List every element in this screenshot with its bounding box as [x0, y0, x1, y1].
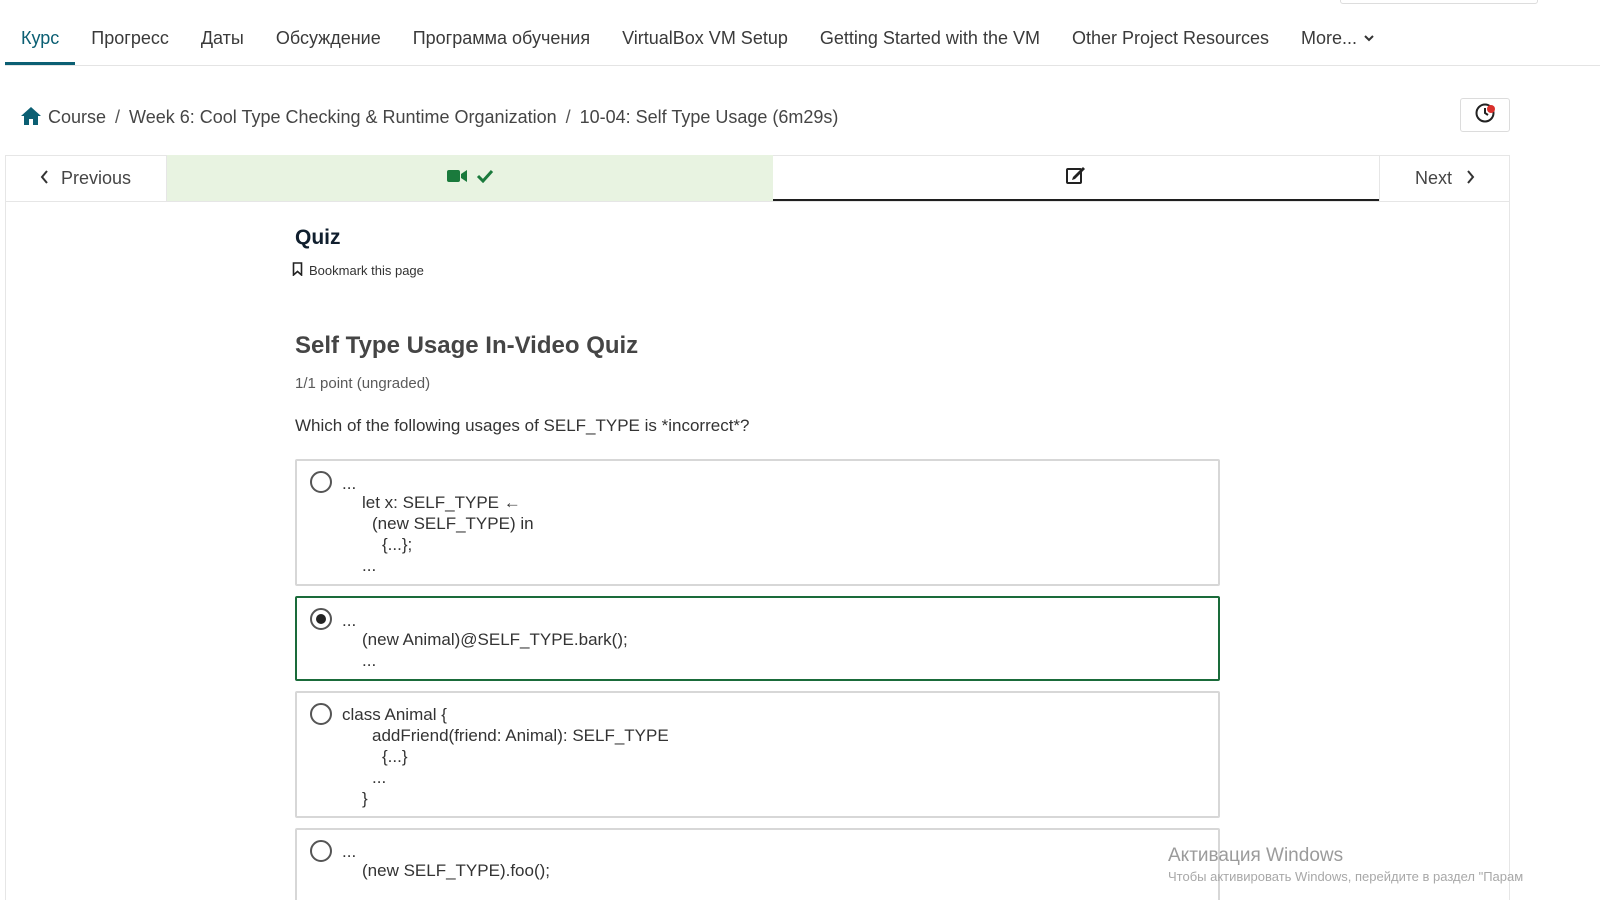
top-header-remnant — [0, 0, 1600, 8]
edit-icon — [1065, 165, 1087, 190]
option-code-line: ... — [342, 611, 357, 630]
radio-button[interactable] — [310, 471, 332, 493]
answer-option[interactable]: ... (new SELF_TYPE).foo(); — [295, 828, 1220, 900]
radio-dot — [316, 614, 326, 624]
breadcrumb: Course / Week 6: Cool Type Checking & Ru… — [20, 106, 838, 128]
tab-label: More... — [1301, 28, 1358, 48]
option-code-line: ... — [342, 474, 357, 493]
sequence-unit-problem[interactable] — [773, 155, 1379, 201]
option-code-line: ... — [372, 768, 387, 787]
bookmark-icon — [292, 262, 303, 279]
header-control-remnant — [1340, 0, 1538, 4]
tab-label: Прогресс — [91, 28, 169, 48]
option-code-line: ... — [362, 556, 377, 575]
tab-virtualbox-setup[interactable]: VirtualBox VM Setup — [606, 14, 804, 64]
radio-button-selected[interactable] — [310, 608, 332, 630]
next-button[interactable]: Next — [1379, 155, 1510, 201]
windows-activation-hint: Чтобы активировать Windows, перейдите в … — [1168, 869, 1524, 884]
chevron-left-icon — [40, 168, 49, 189]
bookmark-label: Bookmark this page — [309, 263, 424, 278]
breadcrumb-separator: / — [115, 106, 121, 127]
radio-button[interactable] — [310, 703, 332, 725]
tab-getting-started[interactable]: Getting Started with the VM — [804, 14, 1056, 64]
breadcrumb-separator: / — [565, 106, 571, 127]
tab-course[interactable]: Курс — [5, 14, 76, 65]
video-icon — [446, 168, 468, 189]
bookmark-button[interactable]: Bookmark this page — [292, 262, 1220, 279]
option-code-line: let x: SELF_TYPE ← — [362, 493, 521, 512]
problem-title: Self Type Usage In-Video Quiz — [295, 332, 639, 359]
tab-label: Курс — [21, 28, 60, 48]
option-code-line: class Animal { — [342, 705, 447, 724]
tab-label: Программа обучения — [412, 28, 591, 48]
chevron-down-icon — [1361, 33, 1374, 45]
option-code-line: (new SELF_TYPE).foo(); — [362, 861, 551, 880]
breadcrumb-section-link[interactable]: Week 6: Cool Type Checking & Runtime Org… — [129, 107, 557, 128]
sequence-unit-video[interactable] — [167, 155, 773, 201]
tab-progress[interactable]: Прогресс — [75, 14, 185, 64]
previous-label: Previous — [60, 167, 132, 188]
tab-other-resources[interactable]: Other Project Resources — [1056, 14, 1285, 64]
windows-activation-watermark: Активация Windows — [1168, 845, 1344, 866]
sequence-navigation: Previous Next — [5, 155, 1510, 202]
home-icon — [20, 106, 42, 128]
check-icon — [476, 169, 494, 188]
notifications-button[interactable] — [1460, 98, 1510, 132]
answer-option[interactable]: class Animal { addFriend(friend: Animal)… — [295, 691, 1220, 818]
radio-button[interactable] — [310, 840, 332, 862]
next-label: Next — [1414, 167, 1452, 188]
question-text: Which of the following usages of SELF_TY… — [295, 416, 750, 435]
tab-more-dropdown[interactable]: More... — [1285, 14, 1390, 64]
previous-button[interactable]: Previous — [5, 155, 167, 201]
breadcrumb-subsection-link[interactable]: 10-04: Self Type Usage (6m29s) — [580, 107, 839, 128]
option-code-line: addFriend(friend: Animal): SELF_TYPE — [372, 726, 669, 745]
option-code-line: {...} — [382, 747, 408, 766]
tab-discussion[interactable]: Обсуждение — [260, 14, 397, 64]
tab-dates[interactable]: Даты — [185, 14, 260, 64]
option-code-line: ... — [362, 651, 377, 670]
unit-title: Quiz — [295, 226, 341, 249]
option-code-line: } — [362, 789, 368, 808]
breadcrumb-course-link[interactable]: Course — [48, 107, 106, 128]
chevron-right-icon — [1466, 168, 1475, 189]
option-code-line: (new Animal)@SELF_TYPE.bark(); — [362, 630, 628, 649]
tab-label: Даты — [200, 28, 244, 48]
tab-label: VirtualBox VM Setup — [622, 28, 788, 48]
unit-content: Quiz Bookmark this page Self Type Usage … — [292, 226, 1220, 436]
option-code-line: (new SELF_TYPE) in — [372, 514, 534, 533]
answer-option-selected[interactable]: ... (new Animal)@SELF_TYPE.bark(); ... — [295, 596, 1220, 681]
problem-points: 1/1 point (ungraded) — [295, 375, 431, 392]
tab-label: Getting Started with the VM — [819, 28, 1040, 48]
tab-label: Other Project Resources — [1071, 28, 1270, 48]
tab-label: Обсуждение — [275, 28, 381, 48]
answer-option[interactable]: ... let x: SELF_TYPE ← (new SELF_TYPE) i… — [295, 459, 1220, 586]
option-code-line: ... — [342, 842, 357, 861]
course-tabs: Курс Прогресс Даты Обсуждение Программа … — [5, 14, 1600, 66]
option-code-line: {...}; — [382, 535, 413, 554]
notification-dot — [1487, 105, 1495, 113]
tab-syllabus[interactable]: Программа обучения — [397, 14, 606, 64]
